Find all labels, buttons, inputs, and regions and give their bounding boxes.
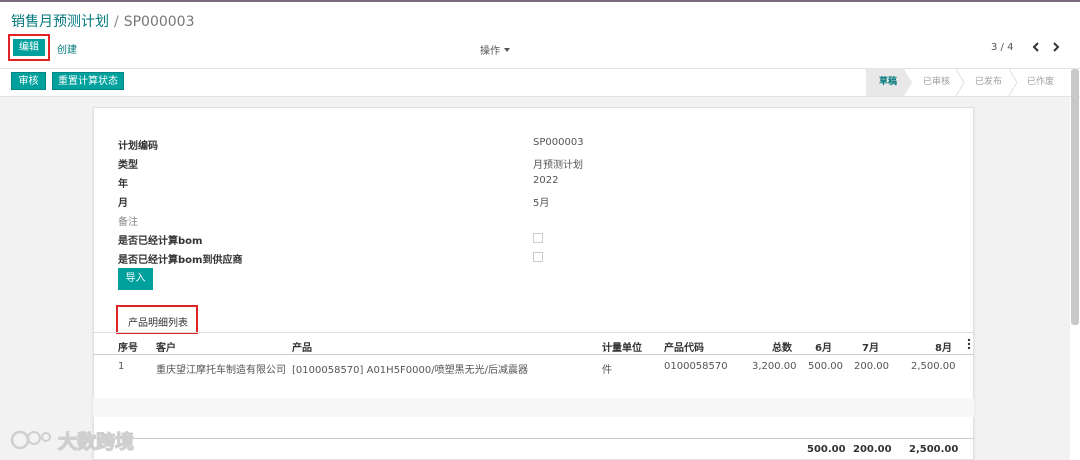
bom-calculated-checkbox[interactable]	[533, 233, 543, 243]
create-button[interactable]: 创建	[57, 41, 77, 56]
caret-down-icon	[504, 48, 510, 52]
cell-total: 3,200.00	[752, 361, 797, 372]
cell-june: 500.00	[808, 361, 843, 372]
stage-voided[interactable]: 已作废	[1027, 69, 1054, 95]
col-header-product[interactable]: 产品	[292, 339, 312, 354]
footer-total-june: 500.00	[807, 444, 846, 455]
reset-calc-status-button[interactable]: 重置计算状态	[52, 72, 124, 90]
plan-code-label: 计划编码	[118, 141, 158, 152]
table-row-empty	[93, 398, 974, 417]
footer-total-july: 200.00	[853, 444, 892, 455]
import-button[interactable]: 导入	[118, 268, 153, 290]
tab-highlight: 产品明细列表	[116, 305, 198, 334]
type-label: 类型	[118, 160, 138, 171]
cell-customer: 重庆望江摩托车制造有限公司	[156, 365, 286, 376]
col-header-uom[interactable]: 计量单位	[602, 339, 642, 354]
table-top-border	[93, 332, 974, 333]
footer-total-august: 2,500.00	[909, 444, 959, 455]
plan-code-value: SP000003	[533, 137, 584, 148]
col-header-total[interactable]: 总数	[772, 339, 792, 354]
tab-product-detail[interactable]: 产品明细列表	[128, 314, 188, 329]
watermark-text: 大数跨境	[58, 430, 134, 453]
remark-label: 备注	[118, 217, 138, 228]
col-header-seq[interactable]: 序号	[118, 339, 138, 354]
bom-supplier-calculated-checkbox[interactable]	[533, 252, 543, 262]
action-menu-button[interactable]: 操作	[480, 42, 510, 57]
stage-draft[interactable]: 草稿	[879, 69, 897, 95]
breadcrumb-separator: /	[114, 14, 119, 30]
cell-uom: 件	[602, 365, 612, 376]
edit-button-highlight: 编辑	[8, 34, 50, 61]
year-value: 2022	[533, 175, 559, 186]
pager-value: 3 / 4	[991, 42, 1014, 53]
cell-product: [0100058570] A01H5F0000/喷塑黑无光/后减震器	[292, 365, 528, 376]
month-value: 5月	[533, 198, 550, 209]
breadcrumb-parent-link[interactable]: 销售月预测计划	[11, 14, 109, 30]
month-label: 月	[118, 198, 128, 209]
col-header-august[interactable]: 8月	[935, 339, 952, 354]
col-header-product-code[interactable]: 产品代码	[664, 339, 704, 354]
table-footer-border	[93, 438, 974, 439]
cell-august: 2,500.00	[911, 361, 956, 372]
cell-july: 200.00	[854, 361, 889, 372]
table-header-border	[93, 354, 974, 355]
breadcrumb: 销售月预测计划 / SP000003	[11, 11, 195, 31]
col-header-july[interactable]: 7月	[862, 339, 879, 354]
bom-calculated-label: 是否已经计算bom	[118, 236, 203, 247]
approve-button[interactable]: 审核	[11, 72, 46, 90]
breadcrumb-current: SP000003	[123, 14, 195, 30]
year-label: 年	[118, 179, 128, 190]
chevron-right-icon[interactable]	[1050, 41, 1062, 53]
edit-button[interactable]: 编辑	[13, 39, 45, 56]
chevron-left-icon[interactable]	[1030, 41, 1042, 53]
col-header-june[interactable]: 6月	[815, 339, 832, 354]
cell-seq: 1	[118, 361, 125, 372]
cell-product-code: 0100058570	[664, 361, 728, 372]
top-accent-line	[0, 0, 1080, 2]
stage-approved[interactable]: 已审核	[923, 69, 950, 95]
scrollbar[interactable]	[1071, 69, 1079, 325]
type-value: 月预测计划	[533, 160, 583, 171]
col-header-customer[interactable]: 客户	[156, 339, 176, 354]
watermark-logo: 大数跨境	[10, 429, 135, 454]
action-menu-label: 操作	[480, 46, 500, 57]
column-options-icon[interactable]	[967, 338, 971, 350]
stage-published[interactable]: 已发布	[975, 69, 1002, 95]
bom-supplier-calculated-label: 是否已经计算bom到供应商	[118, 255, 243, 266]
